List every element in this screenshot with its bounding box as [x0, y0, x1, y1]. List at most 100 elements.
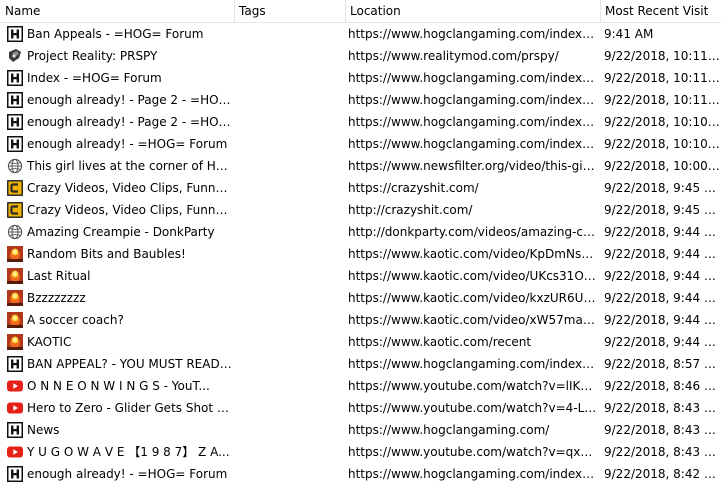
history-row-location: https://www.newsfilter.org/video/this-gi… [348, 159, 597, 173]
history-row-visit-time: 9/22/2018, 8:57 PM [604, 357, 721, 371]
column-header-name[interactable]: Name [0, 0, 234, 23]
history-row[interactable]: BAN APPEAL? - YOU MUST READ TH... https:/… [0, 353, 721, 375]
history-row-location: https://www.kaotic.com/video/xW57maYW_..… [348, 313, 597, 327]
hog-icon [7, 114, 23, 130]
history-row-visit-time: 9/22/2018, 8:43 PM [604, 401, 721, 415]
history-row[interactable]: Ban Appeals - =HOG= Forum https://www.hog… [0, 23, 721, 45]
history-row-name: enough already! - Page 2 - =HOG= F... [27, 115, 234, 129]
history-row[interactable]: KAOTIC https://www.kaotic.com/recent 9/22/… [0, 331, 721, 353]
history-row-name: A soccer coach? [27, 313, 124, 327]
history-row-location: https://www.kaotic.com/video/UKcs31OW_2.… [348, 269, 597, 283]
history-row-location: https://www.youtube.com/watch?v=qxyHK7..… [348, 445, 597, 459]
history-row-visit-time: 9/22/2018, 9:44 PM [604, 291, 721, 305]
history-row[interactable]: This girl lives at the corner of HORN...… [0, 155, 721, 177]
history-row-location: https://www.youtube.com/watch?v=4-LfoZ1.… [348, 401, 597, 415]
history-row[interactable]: A soccer coach? https://www.kaotic.com/vi… [0, 309, 721, 331]
history-row-name: Amazing Creampie - DonkParty [27, 225, 215, 239]
history-row[interactable]: O N N E O N W I N G S - YouT... https://w… [0, 375, 721, 397]
history-row-name: Ban Appeals - =HOG= Forum [27, 27, 204, 41]
history-row-visit-time: 9/22/2018, 10:00 PM [604, 159, 721, 173]
column-header: Name Tags Location Most Recent Visit [0, 0, 721, 23]
history-row-name: This girl lives at the corner of HORN... [27, 159, 234, 173]
history-row-location: https://www.hogclangaming.com/index.php.… [348, 71, 597, 85]
history-row-name: Y U G O W A V E 【1 9 8 7】 Z A... [27, 445, 230, 459]
history-row[interactable]: enough already! - Page 2 - =HOG= F... htt… [0, 89, 721, 111]
history-row-visit-time: 9/22/2018, 10:11 PM [604, 49, 721, 63]
history-row-name: enough already! - =HOG= Forum [27, 467, 228, 481]
history-row-location: https://www.hogclangaming.com/index.php.… [348, 115, 597, 129]
hog-icon [7, 466, 23, 482]
history-row-visit-time: 9/22/2018, 9:45 PM [604, 181, 721, 195]
history-row-name: BAN APPEAL? - YOU MUST READ TH... [27, 357, 234, 371]
history-row-location: https://www.hogclangaming.com/index.php.… [348, 137, 597, 151]
history-row[interactable]: Crazy Videos, Video Clips, Funny Vid... h… [0, 199, 721, 221]
history-row-visit-time: 9/22/2018, 9:44 PM [604, 269, 721, 283]
globe-icon [7, 224, 23, 240]
history-row-visit-time: 9:41 AM [604, 27, 654, 41]
history-row-visit-time: 9/22/2018, 9:44 PM [604, 247, 721, 261]
history-row-name: Hero to Zero - Glider Gets Shot Dow... [27, 401, 234, 415]
column-header-most-recent-visit[interactable]: Most Recent Visit [600, 0, 721, 23]
history-row-location: https://crazyshit.com/ [348, 181, 479, 195]
prspy-icon [7, 48, 23, 64]
kaotic-icon [7, 334, 23, 350]
history-row[interactable]: enough already! - Page 2 - =HOG= F... htt… [0, 111, 721, 133]
history-row-visit-time: 9/22/2018, 10:10 PM [604, 137, 721, 151]
youtube-icon [7, 444, 23, 460]
history-row-name: enough already! - =HOG= Forum [27, 137, 228, 151]
history-row-location: https://www.hogclangaming.com/index.php.… [348, 93, 597, 107]
history-row-visit-time: 9/22/2018, 9:44 PM [604, 225, 721, 239]
history-row[interactable]: Y U G O W A V E 【1 9 8 7】 Z A... https://… [0, 441, 721, 463]
column-header-tags[interactable]: Tags [234, 0, 346, 23]
history-row[interactable]: Bzzzzzzzz https://www.kaotic.com/video/kx… [0, 287, 721, 309]
youtube-icon [7, 400, 23, 416]
history-row[interactable]: Random Bits and Baubles! https://www.kaot… [0, 243, 721, 265]
history-row-visit-time: 9/22/2018, 10:11 PM [604, 71, 721, 85]
hog-icon [7, 422, 23, 438]
history-row-location: https://www.hogclangaming.com/index.php.… [348, 467, 597, 481]
history-row-visit-time: 9/22/2018, 9:45 PM [604, 203, 721, 217]
history-row[interactable]: Index - =HOG= Forum https://www.hogclanga… [0, 67, 721, 89]
history-list: Ban Appeals - =HOG= Forum https://www.hog… [0, 23, 721, 483]
history-row-name: Bzzzzzzzz [27, 291, 86, 305]
history-row-name: O N N E O N W I N G S - YouT... [27, 379, 210, 393]
history-row[interactable]: Crazy Videos, Video Clips, Funny Vid... h… [0, 177, 721, 199]
history-row-location: https://www.realitymod.com/prspy/ [348, 49, 559, 63]
history-row[interactable]: Project Reality: PRSPY https://www.realit… [0, 45, 721, 67]
history-row[interactable]: Amazing Creampie - DonkParty http://donkp… [0, 221, 721, 243]
history-row-location: https://www.hogclangaming.com/index.php.… [348, 27, 597, 41]
history-row-visit-time: 9/22/2018, 8:42 PM [604, 467, 721, 481]
globe-icon [7, 158, 23, 174]
history-row[interactable]: Hero to Zero - Glider Gets Shot Dow... ht… [0, 397, 721, 419]
history-row-location: https://www.kaotic.com/video/kxzUR6Uw_20… [348, 291, 597, 305]
history-row-visit-time: 9/22/2018, 8:43 PM [604, 423, 721, 437]
column-header-location[interactable]: Location [345, 0, 600, 23]
history-row-visit-time: 9/22/2018, 10:10 PM [604, 115, 721, 129]
history-row-name: Crazy Videos, Video Clips, Funny Vid... [27, 181, 234, 195]
hog-icon [7, 136, 23, 152]
history-row-name: enough already! - Page 2 - =HOG= F... [27, 93, 234, 107]
kaotic-icon [7, 312, 23, 328]
youtube-icon [7, 378, 23, 394]
history-row-location: https://www.kaotic.com/video/KpDmNsWc_..… [348, 247, 597, 261]
hog-icon [7, 26, 23, 42]
hog-icon [7, 70, 23, 86]
kaotic-icon [7, 246, 23, 262]
history-row-visit-time: 9/22/2018, 9:44 PM [604, 313, 721, 327]
history-row-name: Project Reality: PRSPY [27, 49, 158, 63]
history-row[interactable]: News https://www.hogclangaming.com/9/22/2… [0, 419, 721, 441]
hog-icon [7, 356, 23, 372]
history-row-location: https://www.youtube.com/watch?v=lIKPobx.… [348, 379, 597, 393]
history-row-name: Crazy Videos, Video Clips, Funny Vid... [27, 203, 234, 217]
history-row-visit-time: 9/22/2018, 8:46 PM [604, 379, 721, 393]
history-row[interactable]: Last Ritual https://www.kaotic.com/video/… [0, 265, 721, 287]
history-row[interactable]: enough already! - =HOG= Forum https://www… [0, 133, 721, 155]
kaotic-icon [7, 268, 23, 284]
history-row-name: News [27, 423, 60, 437]
crazyshit-icon [7, 202, 23, 218]
crazyshit-icon [7, 180, 23, 196]
history-row-visit-time: 9/22/2018, 9:44 PM [604, 335, 721, 349]
history-row[interactable]: enough already! - =HOG= Forum https://www… [0, 463, 721, 483]
history-row-location: https://www.kaotic.com/recent [348, 335, 532, 349]
history-row-location: https://www.hogclangaming.com/ [348, 423, 550, 437]
